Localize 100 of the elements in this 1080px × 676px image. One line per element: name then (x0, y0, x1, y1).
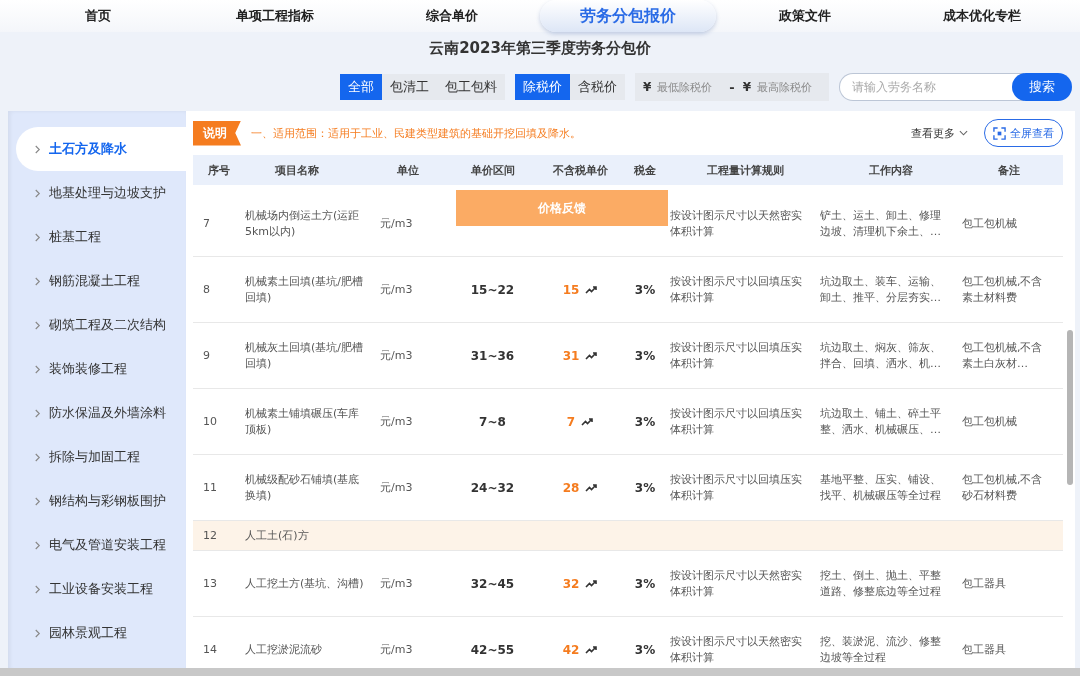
horizontal-scrollbar[interactable] (0, 668, 1080, 676)
table-cell-text: 元/m3 (380, 215, 414, 232)
table-cell-text: 元/m3 (380, 281, 414, 298)
table-cell-text: 按设计图示尺寸以回填压实体积计算 (670, 471, 803, 504)
sidebar-item[interactable]: 园林景观工程 (16, 611, 186, 655)
currency-sign: ¥ (742, 80, 751, 94)
table-cell: 3% (634, 281, 656, 298)
search-field[interactable]: 请输入劳务名称 (839, 73, 1024, 101)
max-price-field[interactable]: 最高除税价 (755, 79, 821, 95)
nav-tab[interactable]: 单项工程指标 (187, 1, 363, 31)
sidebar-item[interactable]: 土石方及降水 (16, 127, 186, 171)
table-cell: 3% (634, 641, 656, 658)
table-cell-text: 按设计图示尺寸以回填压实体积计算 (670, 273, 803, 306)
fullscreen-button[interactable]: 全屏查看 (984, 119, 1063, 147)
trend-icon[interactable] (581, 416, 594, 427)
trend-icon[interactable] (585, 350, 598, 361)
table-cell: 24~32 (470, 479, 515, 496)
trend-icon[interactable] (585, 284, 598, 295)
table-cell-text: 机械素土回填(基坑/肥槽回填) (245, 273, 364, 306)
nav-tab[interactable]: 成本优化专栏 (893, 1, 1070, 31)
table-cell: 3% (634, 479, 656, 496)
table-cell-text: 坑边取土、铺土、碎土平整、洒水、机械碾压、… (820, 405, 942, 438)
sidebar-item[interactable]: 钢结构与彩钢板围护 (16, 479, 186, 523)
nav-tab[interactable]: 综合单价 (363, 1, 540, 31)
sidebar-label: 拆除与加固工程 (49, 448, 140, 466)
scrollbar-thumb[interactable] (1067, 330, 1073, 485)
table-cell: 3% (634, 413, 656, 430)
note-tag: 说明 (193, 120, 241, 146)
table-cell-text: 挖、装淤泥、流沙、修整边坡等全过程 (820, 633, 942, 666)
trend-icon[interactable] (585, 578, 598, 589)
table-cell: 32~45 (470, 575, 515, 592)
table-cell-text: 人工挖土方(基坑、沟槽) (245, 575, 365, 592)
table-cell-text: 8 (202, 281, 211, 298)
see-more-button[interactable]: 查看更多 (905, 124, 974, 142)
sidebar-label: 地基处理与边坡支护 (49, 184, 166, 202)
sidebar-item[interactable]: 拆除与加固工程 (16, 435, 186, 479)
sidebar-label: 防水保温及外墙涂料 (49, 404, 166, 422)
nav-tab[interactable]: 政策文件 (716, 1, 893, 31)
trend-icon[interactable] (585, 644, 598, 655)
table-cell-text: 包工包机械 (962, 215, 1018, 232)
chevron-icon (34, 319, 41, 331)
sidebar-item[interactable]: 桩基工程 (16, 215, 186, 259)
table-cell-text: 机械素土铺填碾压(车库顶板) (245, 405, 361, 438)
sidebar-item[interactable]: 砌筑工程及二次结构 (16, 303, 186, 347)
column-header: 单价区间 (469, 162, 516, 178)
column-header: 备注 (996, 162, 1021, 178)
table-cell: 42 (562, 641, 580, 658)
table-cell-text: 人工土(石)方 (245, 527, 310, 544)
table-cell-text: 按设计图示尺寸以回填压实体积计算 (670, 405, 803, 438)
sidebar-item[interactable]: 电气及管道安装工程 (16, 523, 186, 567)
filter-button[interactable]: 除税价 (514, 74, 570, 100)
table-cell: 3% (634, 347, 656, 364)
table-cell-text: 元/m3 (380, 641, 414, 658)
range-separator: - (729, 79, 735, 95)
chevron-icon (34, 407, 41, 419)
table-cell-text: 包工包机械,不含素土白灰材… (962, 339, 1044, 372)
table-cell: 15~22 (470, 281, 515, 298)
sidebar-label: 钢结构与彩钢板围护 (49, 492, 166, 510)
table-cell-text: 挖土、倒土、抛土、平整道路、修整底边等全过程 (820, 567, 942, 600)
table-cell-text: 7 (202, 215, 211, 232)
column-header: 不含税单价 (551, 162, 609, 178)
table-cell-text: 人工挖淤泥流砂 (245, 641, 323, 658)
nav-tab[interactable]: 劳务分包报价 (540, 0, 717, 32)
trend-icon[interactable] (585, 482, 598, 493)
column-header: 序号 (207, 162, 231, 178)
sidebar-label: 桩基工程 (49, 228, 101, 246)
table-cell-text: 元/m3 (380, 347, 414, 364)
table-cell-text: 包工包机械 (962, 413, 1018, 430)
sidebar-label: 钢筋混凝土工程 (49, 272, 140, 290)
column-header: 工程量计算规则 (705, 162, 785, 178)
column-header: 单位 (396, 162, 420, 178)
sidebar-item[interactable]: 防水保温及外墙涂料 (16, 391, 186, 435)
chevron-icon (34, 363, 41, 375)
chevron-icon (34, 583, 41, 595)
sidebar-item[interactable]: 工业设备安装工程 (16, 567, 186, 611)
table-cell-text: 机械场内倒运土方(运距5km以内) (245, 207, 361, 240)
table-cell: 31~36 (470, 347, 515, 364)
column-header: 项目名称 (274, 162, 320, 178)
table-cell-text: 13 (202, 575, 218, 592)
fullscreen-icon (993, 126, 1006, 140)
table-cell-text: 元/m3 (380, 413, 414, 430)
min-price-field[interactable]: 最低除税价 (655, 79, 722, 95)
table-cell: 3% (634, 575, 656, 592)
table-cell-text: 按设计图示尺寸以回填压实体积计算 (670, 339, 803, 372)
sidebar-item[interactable]: 钢筋混凝土工程 (16, 259, 186, 303)
sidebar-item[interactable]: 地基处理与边坡支护 (16, 171, 186, 215)
nav-tab[interactable]: 首页 (10, 1, 187, 31)
table-cell: 42~55 (470, 641, 515, 658)
table-cell-text: 机械灰土回填(基坑/肥槽回填) (245, 339, 364, 372)
column-header: 工作内容 (868, 162, 914, 178)
table-cell-text: 按设计图示尺寸以天然密实体积计算 (670, 207, 803, 240)
sidebar-label: 砌筑工程及二次结构 (49, 316, 166, 334)
table-cell-text: 坑边取土、焖灰、筛灰、拌合、回填、洒水、机… (820, 339, 942, 372)
table-cell-text: 铲土、运土、卸土、修理边坡、清理机下余土、… (820, 207, 942, 240)
sidebar-item[interactable]: 装饰装修工程 (16, 347, 186, 391)
chevron-icon (34, 495, 41, 507)
table-cell-text: 包工器具 (962, 641, 1007, 658)
table-cell-text: 包工器具 (962, 575, 1007, 592)
table-cell-text: 基地平整、压实、铺设、找平、机械碾压等全过程 (820, 471, 942, 504)
filter-button[interactable]: 全部 (339, 74, 382, 100)
